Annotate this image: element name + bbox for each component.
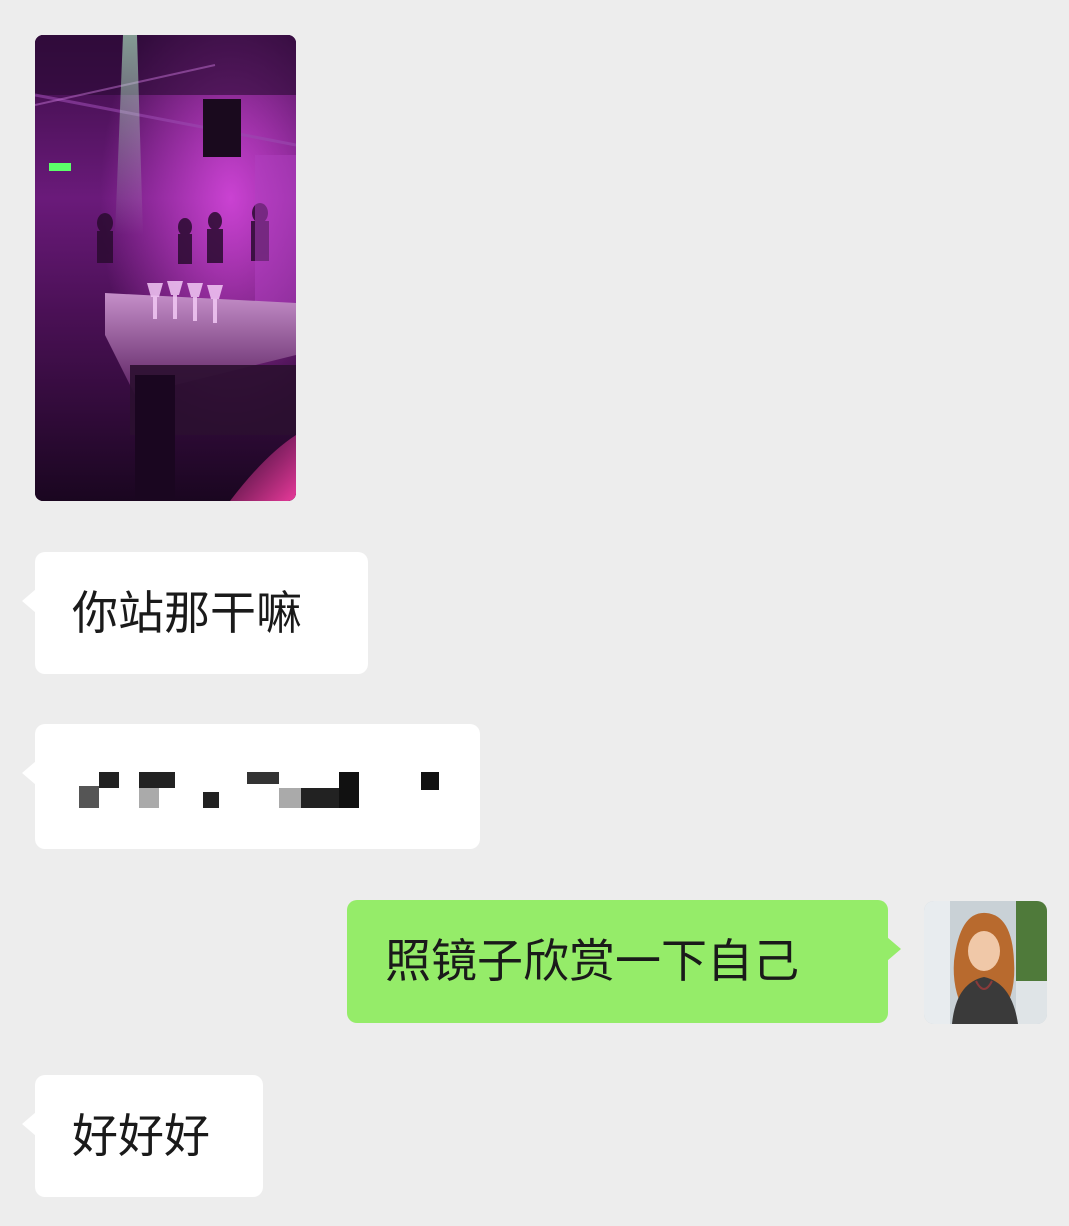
user-avatar[interactable] (924, 901, 1047, 1024)
message-text: 你站那干嘛 (72, 586, 302, 640)
message-bubble-incoming[interactable]: 你站那干嘛 (22, 552, 368, 674)
message-text: 好好好 (72, 1109, 210, 1163)
message-bubble-incoming-redacted[interactable] (22, 724, 480, 849)
message-bubble-incoming[interactable]: 好好好 (22, 1075, 263, 1197)
nightclub-photo (35, 35, 296, 501)
avatar-photo (924, 901, 1047, 1024)
image-message[interactable] (35, 35, 296, 501)
message-text: 照镜子欣赏一下自己 (385, 934, 799, 988)
message-bubble-outgoing[interactable]: 照镜子欣赏一下自己 (347, 900, 901, 1023)
